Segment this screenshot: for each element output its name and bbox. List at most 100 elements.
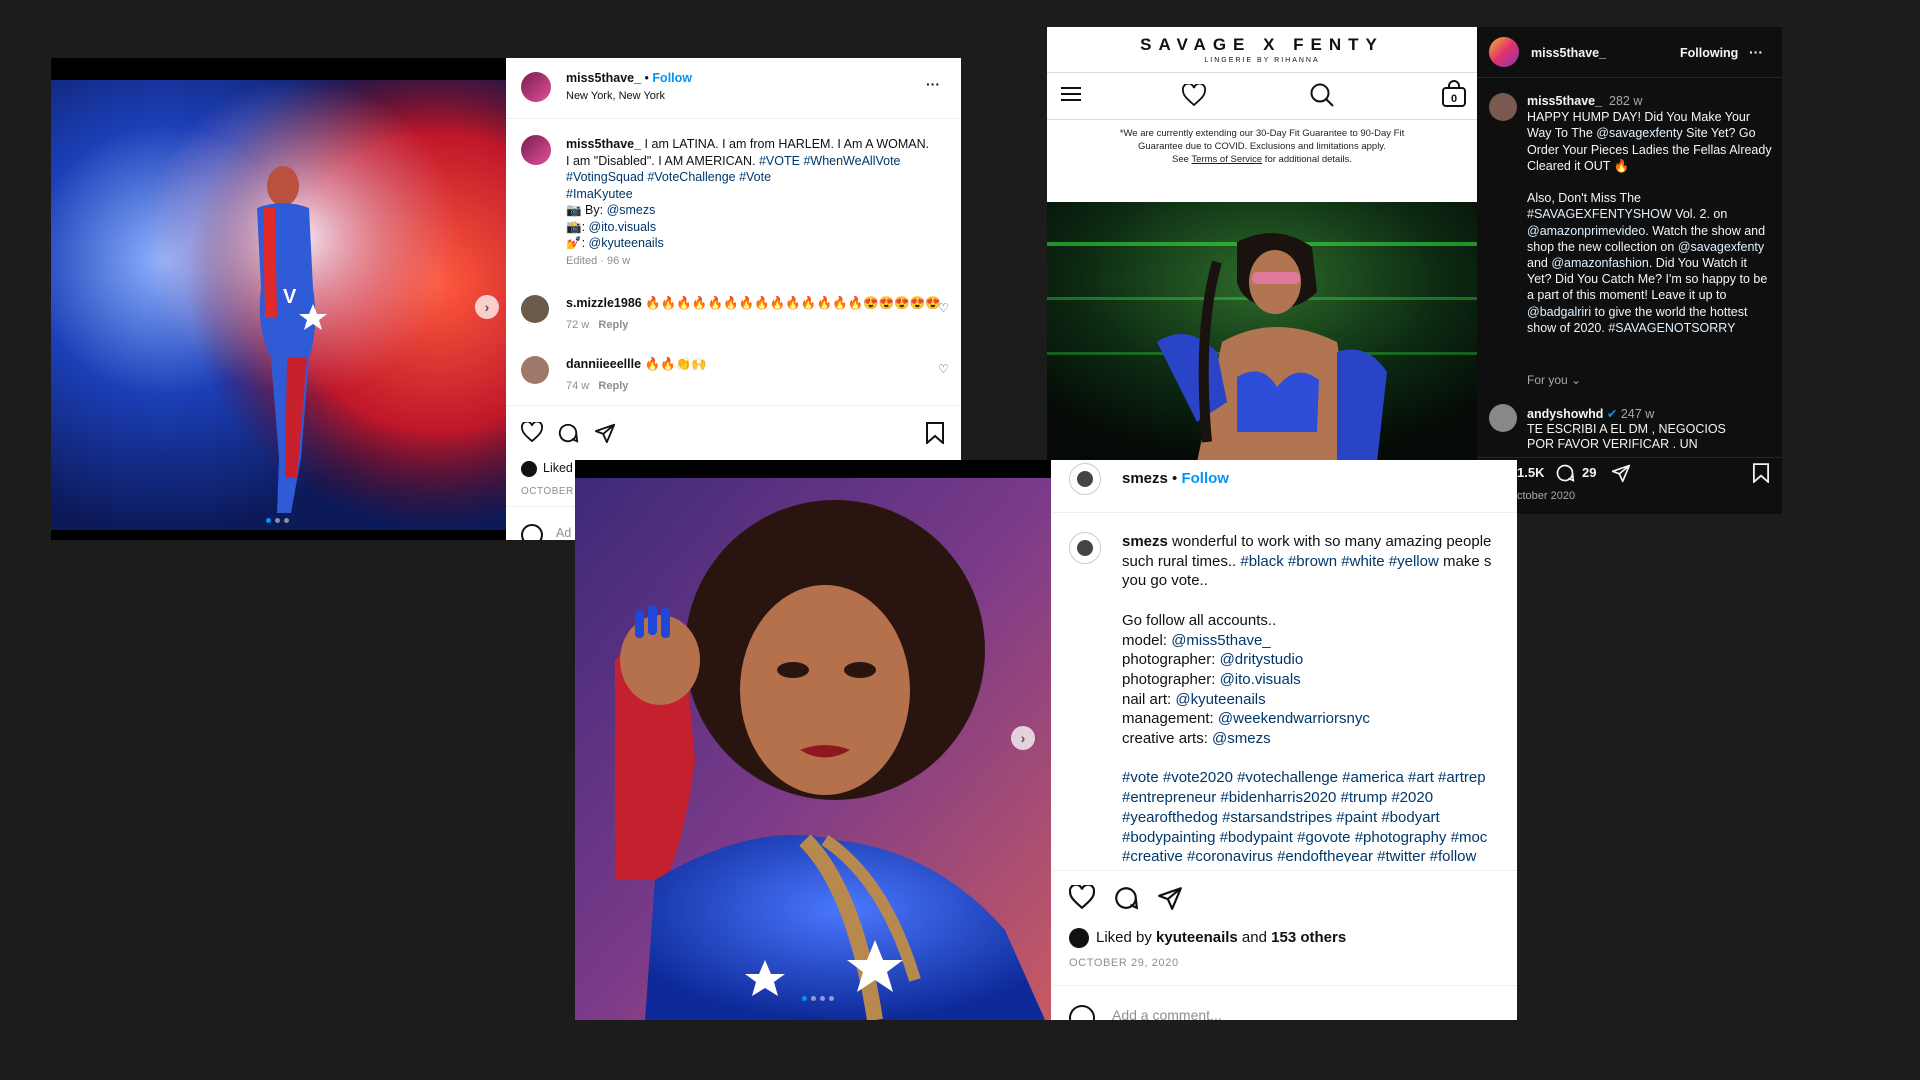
share-icon[interactable] xyxy=(1157,885,1183,911)
mention-link[interactable]: @savagexfenty xyxy=(1596,126,1682,140)
following-button[interactable]: Following xyxy=(1680,46,1738,60)
reply-button[interactable]: Reply xyxy=(598,319,628,331)
caption-text: Go follow all accounts.. xyxy=(1122,611,1277,629)
liked-by-avatar[interactable] xyxy=(1069,928,1089,948)
post-date: OCTOBER 29, 2020 xyxy=(1069,957,1179,969)
carousel-dot xyxy=(284,518,289,523)
mention-link[interactable]: @kyuteenails xyxy=(589,236,664,250)
avatar[interactable] xyxy=(521,135,551,165)
carousel-dots xyxy=(266,518,289,523)
comment-text: TE ESCRIBI A EL DM , NEGOCIOS POR FAVOR … xyxy=(1527,422,1726,451)
for-you-toggle[interactable]: For you ⌄ xyxy=(1527,373,1581,387)
mention-link[interactable]: @ito.visuals xyxy=(589,220,657,234)
comment-icon[interactable] xyxy=(557,422,579,444)
next-slide-button[interactable]: › xyxy=(1011,726,1035,750)
post-photo xyxy=(575,460,1051,1020)
mention-link[interactable]: @kyuteenails xyxy=(1175,691,1265,708)
separator-dot: • xyxy=(1172,470,1178,487)
comment-username[interactable]: andyshowhd xyxy=(1527,407,1603,421)
add-comment-input[interactable]: Ad xyxy=(556,526,571,540)
comment-count[interactable]: 29 xyxy=(1582,465,1596,480)
hashtag[interactable]: #ImaKyutee xyxy=(566,187,633,201)
avatar[interactable] xyxy=(1069,532,1101,564)
bookmark-icon[interactable] xyxy=(1753,463,1769,483)
location[interactable]: New York, New York xyxy=(566,90,665,102)
mention-link[interactable]: @savagexfenty xyxy=(1678,240,1764,254)
avatar[interactable] xyxy=(1489,404,1517,432)
share-icon[interactable] xyxy=(594,422,616,444)
comment-username[interactable]: danniieeellle xyxy=(566,357,641,371)
avatar-story-ring[interactable] xyxy=(1489,37,1519,67)
hashtags[interactable]: #vote #vote2020 #votechallenge #america … xyxy=(1122,769,1486,786)
mention-link[interactable]: @badgalriri xyxy=(1527,305,1591,319)
divider xyxy=(506,405,961,406)
hashtag[interactable]: #SAVAGENOTSORRY xyxy=(1608,321,1735,335)
heart-icon[interactable] xyxy=(521,422,543,442)
mention-link[interactable]: @amazonfashion xyxy=(1551,256,1648,270)
comment-meta: 72 w Reply xyxy=(566,319,628,331)
avatar[interactable] xyxy=(1489,93,1517,121)
caption: smezs wonderful to work with so many ama… xyxy=(1122,532,1517,862)
liked-by-label: Liked by xyxy=(1096,929,1157,946)
username[interactable]: miss5thave_ xyxy=(566,71,641,85)
comment-time: 247 w xyxy=(1620,407,1655,421)
like-comment-heart-icon[interactable]: ♡ xyxy=(938,362,949,376)
mention-link[interactable]: @dritystudio xyxy=(1220,651,1304,668)
more-options-button[interactable]: ··· xyxy=(1749,44,1763,60)
add-comment-input[interactable]: Add a comment... xyxy=(1112,1007,1222,1020)
caption-username[interactable]: miss5thave_ xyxy=(1527,94,1602,108)
avatar[interactable] xyxy=(1069,463,1101,495)
comment-username[interactable]: s.mizzle1986 xyxy=(566,296,642,310)
comment-icon[interactable] xyxy=(1113,885,1139,911)
liked-by-user[interactable]: kyuteenails xyxy=(1156,929,1238,946)
instagram-post-smezs: › smezs • Follow smezs wonderful to work… xyxy=(575,460,1517,1020)
brand-logo[interactable]: SAVAGE X FENTY xyxy=(1047,35,1477,55)
hashtags[interactable]: #bodypainting #bodypaint #govote #photog… xyxy=(1122,829,1487,846)
username[interactable]: smezs xyxy=(1122,470,1168,487)
heart-icon[interactable] xyxy=(1181,84,1207,106)
hashtag[interactable]: #SAVAGEXFENTYSHOW xyxy=(1527,207,1672,221)
mention-link[interactable]: @ito.visuals xyxy=(1220,671,1301,688)
liked-by-text[interactable]: Liked xyxy=(543,461,573,475)
follow-button[interactable]: Follow xyxy=(652,71,692,85)
search-icon[interactable] xyxy=(1309,82,1335,108)
avatar[interactable] xyxy=(521,356,549,384)
liked-by-others[interactable]: 153 others xyxy=(1271,929,1346,946)
hashtag[interactable]: #black #brown #white #yellow xyxy=(1240,553,1438,570)
mention-link[interactable]: @weekendwarriorsnyc xyxy=(1218,710,1370,727)
share-icon[interactable] xyxy=(1611,463,1631,483)
carousel-dot xyxy=(829,996,834,1001)
avatar[interactable] xyxy=(521,72,551,102)
caption-username[interactable]: miss5thave_ xyxy=(566,137,641,151)
post-date: OCTOBER 2 xyxy=(521,486,584,497)
hashtags[interactable]: #yearofthedog #starsandstripes #paint #b… xyxy=(1122,809,1440,826)
like-count[interactable]: 1.5K xyxy=(1517,465,1544,480)
carousel-dot xyxy=(811,996,816,1001)
follow-button[interactable]: Follow xyxy=(1181,470,1229,487)
more-options-button[interactable]: ··· xyxy=(926,76,940,92)
bookmark-icon[interactable] xyxy=(926,422,944,444)
hashtags[interactable]: #entrepreneur #bidenharris2020 #trump #2… xyxy=(1122,789,1433,806)
heart-icon[interactable] xyxy=(1069,885,1095,909)
terms-link[interactable]: Terms of Service xyxy=(1191,154,1262,165)
emoji-icon[interactable] xyxy=(521,524,543,540)
username[interactable]: miss5thave_ xyxy=(1531,46,1606,60)
avatar[interactable] xyxy=(521,295,549,323)
mention-link[interactable]: @smezs xyxy=(1212,730,1271,747)
next-slide-button[interactable]: › xyxy=(475,295,499,319)
mention-link[interactable]: @smezs xyxy=(607,203,656,217)
like-comment-heart-icon[interactable]: ♡ xyxy=(938,301,949,315)
liked-by-avatar[interactable] xyxy=(521,461,537,477)
hashtag[interactable]: #VOTE xyxy=(759,154,800,168)
hamburger-menu-icon[interactable] xyxy=(1061,85,1083,103)
caption-username[interactable]: smezs xyxy=(1122,533,1168,550)
comment-icon[interactable] xyxy=(1555,463,1575,483)
emoji-icon[interactable] xyxy=(1069,1005,1095,1020)
hashtags[interactable]: #creative #coronavirus #endoftheyear #tw… xyxy=(1122,848,1476,862)
reply-button[interactable]: Reply xyxy=(598,380,628,392)
mention-link[interactable]: @miss5thave_ xyxy=(1171,632,1270,649)
notice-line: See Terms of Service for additional deta… xyxy=(1047,153,1477,166)
notice-line: *We are currently extending our 30-Day F… xyxy=(1119,128,1405,139)
mention-link[interactable]: @amazonprimevideo xyxy=(1527,224,1645,238)
avatar-logo-icon xyxy=(1077,471,1093,487)
